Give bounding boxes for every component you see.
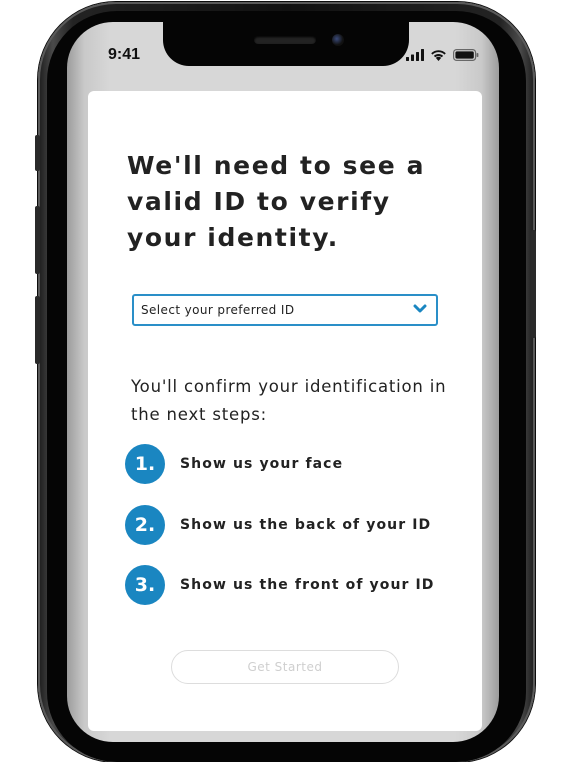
intro-text: You'll confirm your identification in th… [131, 377, 447, 424]
step-number-badge: 2. [125, 505, 165, 545]
step-item: 2. Show us the back of your ID [125, 505, 431, 545]
volume-down-button [35, 296, 40, 364]
step-label: Show us the front of your ID [180, 577, 435, 593]
step-item: 1. Show us your face [125, 444, 343, 484]
step-number-badge: 3. [125, 565, 165, 605]
cellular-signal-icon [406, 49, 424, 61]
battery-icon [453, 49, 479, 61]
silent-switch [35, 135, 40, 171]
page-title: We'll need to see a valid ID to verify y… [127, 151, 426, 252]
status-icons [406, 47, 479, 63]
front-camera [332, 34, 344, 46]
wifi-icon [431, 50, 446, 61]
get-started-button[interactable]: Get Started [171, 650, 399, 684]
volume-up-button [35, 206, 40, 274]
chevron-down-icon [413, 304, 427, 313]
step-label: Show us the back of your ID [180, 517, 432, 533]
preferred-id-select[interactable]: Select your preferred ID [132, 294, 438, 326]
preferred-id-select-value: Select your preferred ID [141, 303, 295, 317]
step-label: Show us your face [180, 456, 344, 472]
step-item: 3. Show us the front of your ID [125, 565, 435, 605]
speaker-grille [254, 36, 316, 44]
id-verification-card: We'll need to see a valid ID to verify y… [88, 91, 482, 731]
status-time: 9:41 [108, 46, 141, 63]
step-number-badge: 1. [125, 444, 165, 484]
power-button [531, 230, 536, 338]
